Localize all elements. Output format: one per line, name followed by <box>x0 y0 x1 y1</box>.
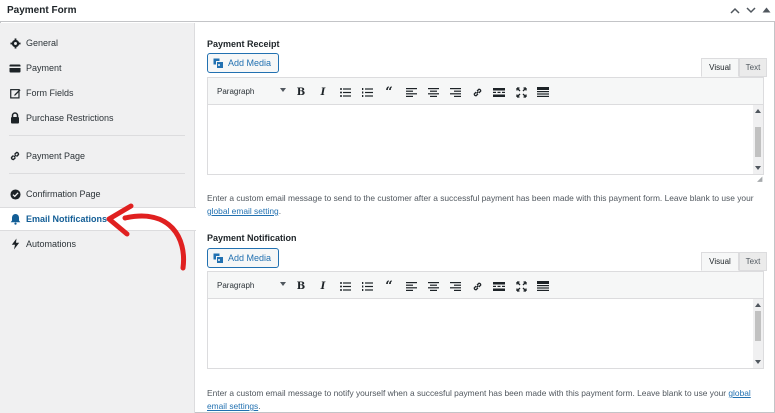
sidebar-divider <box>9 135 185 136</box>
bell-icon <box>9 213 21 225</box>
numbered-list-icon[interactable] <box>359 84 375 100</box>
fullscreen-icon[interactable] <box>513 84 529 100</box>
sidebar-item-label: General <box>26 38 59 48</box>
tab-visual[interactable]: Visual <box>701 58 739 77</box>
tab-text[interactable]: Text <box>739 252 767 271</box>
bold-icon[interactable]: B <box>293 278 309 294</box>
sidebar-divider <box>9 173 185 174</box>
sidebar-item-payment-page[interactable]: Payment Page <box>0 144 195 168</box>
global-email-setting-link[interactable]: global email setting <box>207 206 279 216</box>
help-text-end: . <box>278 206 282 216</box>
tab-visual-label: Visual <box>709 257 731 266</box>
tab-text-label: Text <box>745 257 761 266</box>
scrollbar[interactable] <box>753 299 763 368</box>
scroll-thumb[interactable] <box>755 311 761 341</box>
bullet-list-icon[interactable] <box>337 278 353 294</box>
scrollbar[interactable] <box>753 105 763 174</box>
lock-icon <box>9 112 21 124</box>
sidebar-item-payment[interactable]: Payment <box>0 56 195 80</box>
card-icon <box>9 62 21 74</box>
bullet-list-icon[interactable] <box>337 84 353 100</box>
add-media-button[interactable]: Add Media <box>207 53 279 73</box>
tab-visual[interactable]: Visual <box>701 252 739 271</box>
align-left-icon[interactable] <box>403 84 419 100</box>
sidebar-item-label: Payment <box>26 63 62 73</box>
payment-notification-editor: Paragraph B I “ <box>207 271 764 369</box>
blockquote-icon[interactable]: “ <box>381 84 397 100</box>
link-icon[interactable] <box>469 84 485 100</box>
collapse-toggle-icon[interactable] <box>759 3 773 17</box>
chevron-up-icon[interactable] <box>728 3 742 17</box>
chevron-down-icon[interactable] <box>744 3 758 17</box>
toolbar-toggle-icon[interactable] <box>535 84 551 100</box>
scroll-down-icon[interactable] <box>755 360 761 364</box>
media-icon <box>213 58 224 69</box>
sidebar-item-label: Confirmation Page <box>26 189 101 199</box>
add-media-button[interactable]: Add Media <box>207 248 279 268</box>
editor-toolbar: Paragraph B I “ <box>208 272 763 299</box>
sidebar-item-label: Payment Page <box>26 151 86 161</box>
tab-text-label: Text <box>745 63 761 72</box>
toolbar-toggle-icon[interactable] <box>535 278 551 294</box>
help-text: Enter a custom email message to send to … <box>207 193 754 203</box>
align-center-icon[interactable] <box>425 84 441 100</box>
help-text-end: . <box>258 401 261 411</box>
italic-icon[interactable]: I <box>315 84 331 100</box>
payment-receipt-editor: Paragraph B I “ <box>207 77 764 175</box>
main-content: Payment Receipt Add Media Visual Text Pa… <box>196 23 775 413</box>
editor-content[interactable] <box>208 105 763 174</box>
sidebar-item-label: Purchase Restrictions <box>26 113 114 123</box>
caret-down-icon <box>280 282 286 286</box>
align-center-icon[interactable] <box>425 278 441 294</box>
payment-receipt-help: Enter a custom email message to send to … <box>207 192 767 218</box>
align-right-icon[interactable] <box>447 278 463 294</box>
scroll-thumb[interactable] <box>755 127 761 157</box>
sidebar-item-general[interactable]: General <box>0 31 195 55</box>
editor-toolbar: Paragraph B I “ <box>208 78 763 105</box>
read-more-icon[interactable] <box>491 84 507 100</box>
italic-icon[interactable]: I <box>315 278 331 294</box>
align-right-icon[interactable] <box>447 84 463 100</box>
scroll-up-icon[interactable] <box>755 109 761 113</box>
fullscreen-icon[interactable] <box>513 278 529 294</box>
sidebar-item-label: Automations <box>26 239 77 249</box>
tab-text[interactable]: Text <box>739 58 767 77</box>
format-select-value: Paragraph <box>217 281 255 290</box>
read-more-icon[interactable] <box>491 278 507 294</box>
scroll-down-icon[interactable] <box>755 166 761 170</box>
bold-icon[interactable]: B <box>293 84 309 100</box>
blockquote-icon[interactable]: “ <box>381 278 397 294</box>
editor-content[interactable] <box>208 299 763 368</box>
payment-notification-label: Payment Notification <box>207 233 297 243</box>
link-icon[interactable] <box>469 278 485 294</box>
edit-icon <box>9 87 21 99</box>
align-left-icon[interactable] <box>403 278 419 294</box>
payment-notification-help: Enter a custom email message to notify y… <box>207 387 767 413</box>
format-select-value: Paragraph <box>217 87 255 96</box>
payment-receipt-label: Payment Receipt <box>207 39 280 49</box>
media-icon <box>213 253 224 264</box>
scroll-up-icon[interactable] <box>755 303 761 307</box>
format-select[interactable]: Paragraph <box>213 277 289 294</box>
red-arrow-annotation <box>106 203 187 271</box>
help-text: Enter a custom email message to notify y… <box>207 388 729 398</box>
sidebar-item-label: Form Fields <box>26 88 74 98</box>
numbered-list-icon[interactable] <box>359 278 375 294</box>
add-media-label: Add Media <box>228 253 272 263</box>
check-circle-icon <box>9 188 21 200</box>
add-media-label: Add Media <box>228 58 272 68</box>
bolt-icon <box>9 238 21 250</box>
format-select[interactable]: Paragraph <box>213 83 289 100</box>
gear-icon <box>9 37 21 49</box>
caret-down-icon <box>280 88 286 92</box>
panel-header: Payment Form <box>0 0 775 22</box>
sidebar-item-form-fields[interactable]: Form Fields <box>0 81 195 105</box>
sidebar-item-purchase-restrictions[interactable]: Purchase Restrictions <box>0 106 195 130</box>
link-icon <box>9 150 21 162</box>
panel-title: Payment Form <box>7 5 77 16</box>
tab-visual-label: Visual <box>709 63 731 72</box>
